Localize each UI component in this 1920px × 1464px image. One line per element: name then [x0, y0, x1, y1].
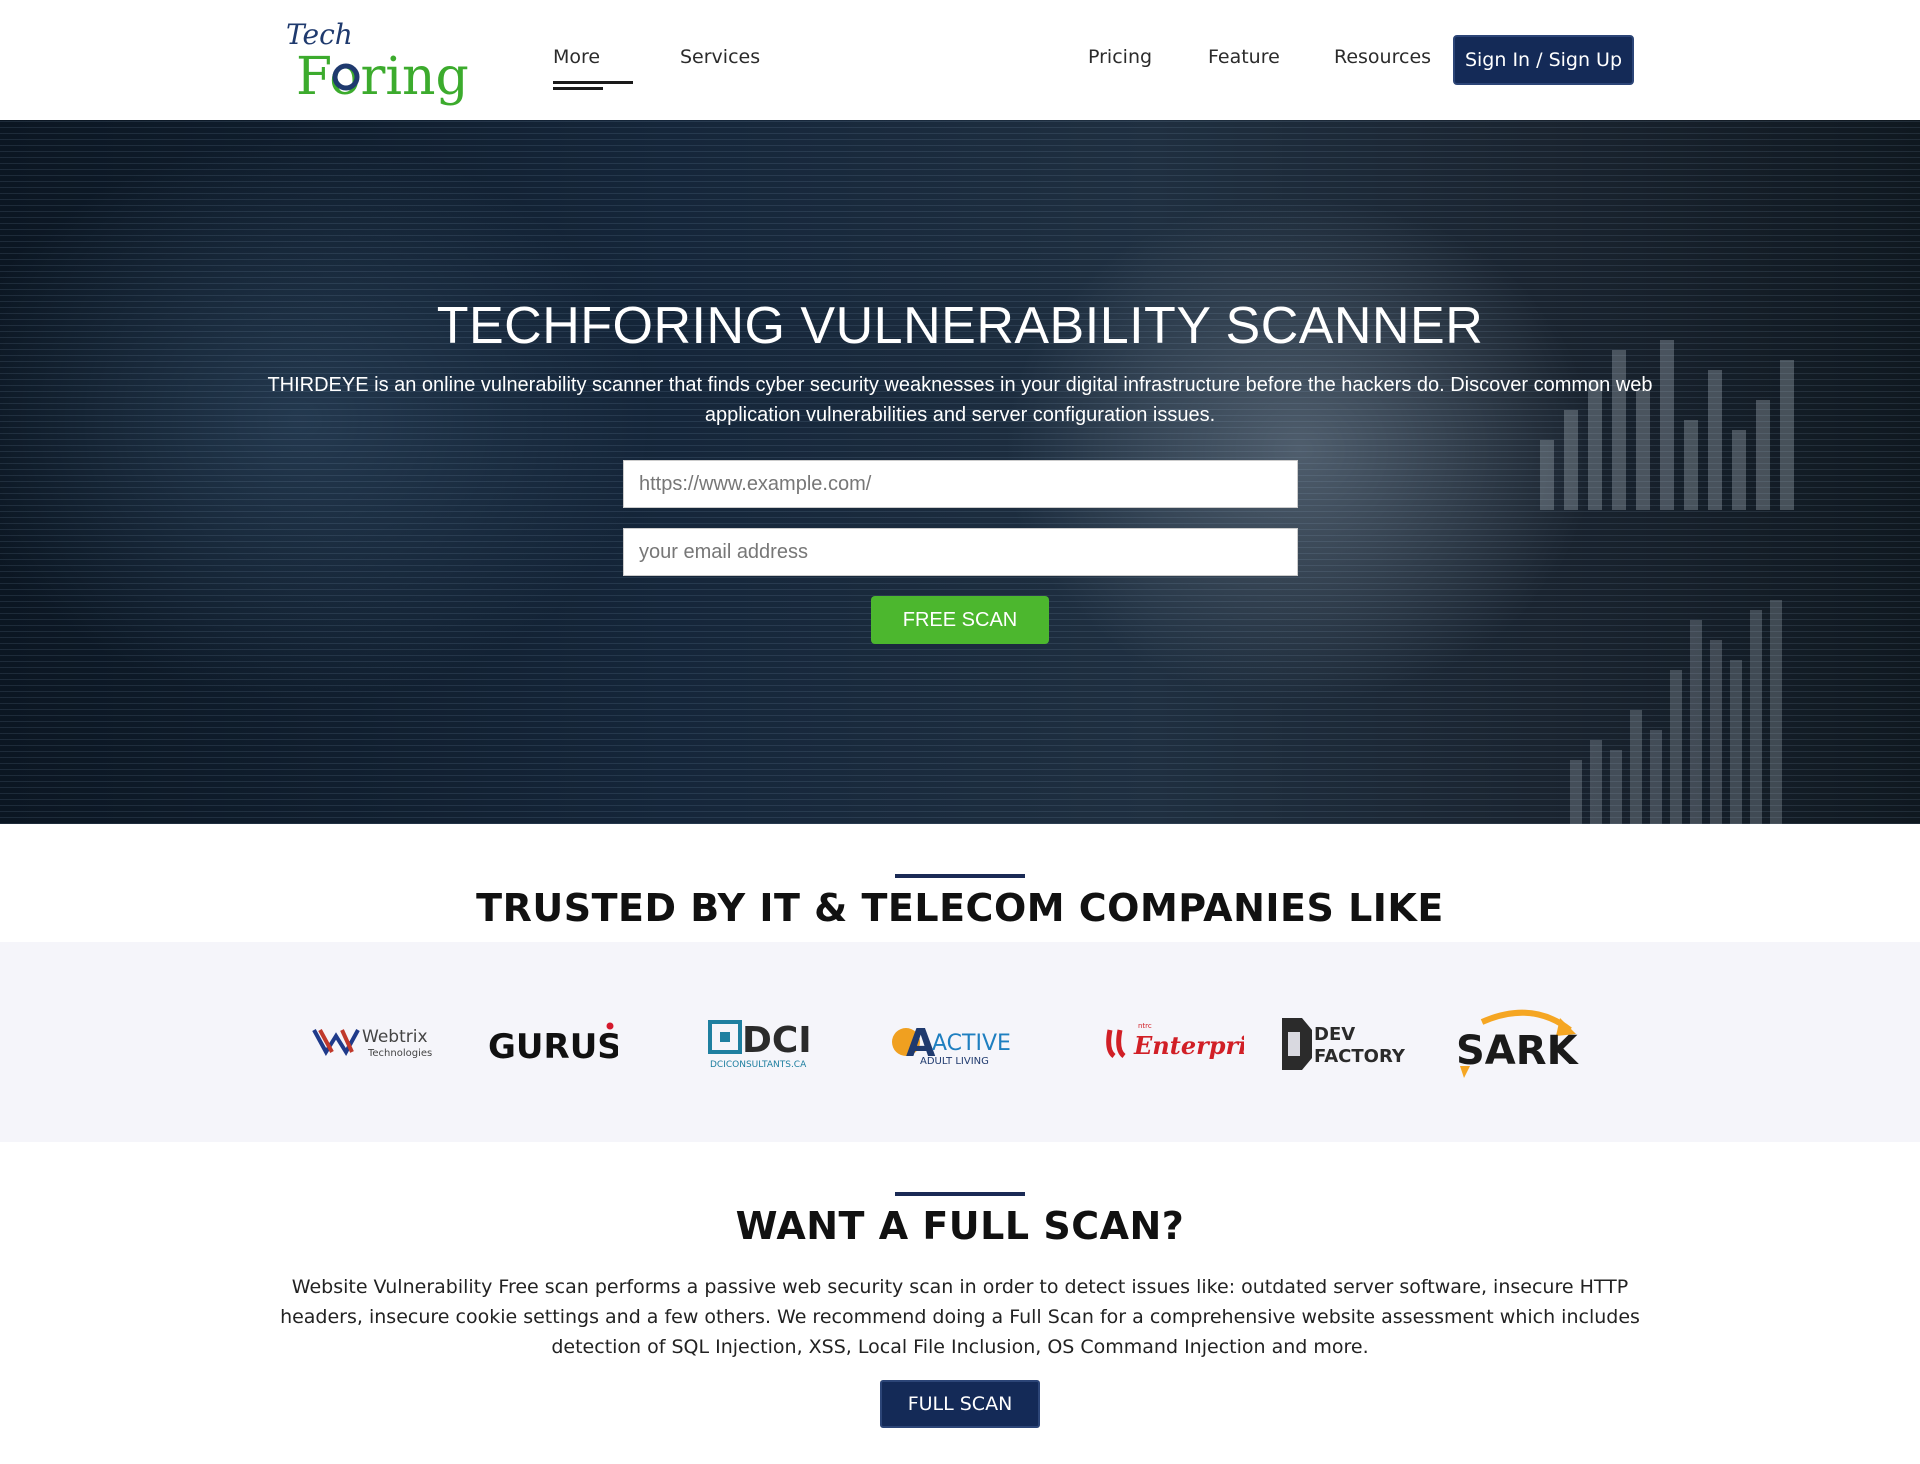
webtrix-logo: Webtrix Technologies — [312, 1027, 432, 1059]
nav-resources[interactable]: Resources — [1334, 46, 1431, 68]
svg-text:Technologies: Technologies — [367, 1048, 432, 1059]
enterprise-logo: ntrc Enterprise — [1106, 1022, 1244, 1060]
top-navbar: Tech Foring More Services Pricing Featur… — [0, 0, 1920, 120]
svg-text:DCI: DCI — [742, 1020, 812, 1061]
free-scan-button[interactable]: FREE SCAN — [871, 596, 1049, 644]
email-input[interactable]: your email address — [623, 528, 1298, 576]
hero-background-chart-lower — [1570, 600, 1782, 824]
active-underline-short — [553, 87, 603, 90]
hero-title: TECHFORING VULNERABILITY SCANNER — [436, 297, 1484, 355]
hero-section: TECHFORING VULNERABILITY SCANNER THIRDEY… — [0, 120, 1920, 824]
dci-logo: DCI DCICONSULTANTS.CA — [708, 1020, 812, 1070]
svg-text:Foring: Foring — [296, 47, 469, 106]
svg-text:ADULT LIVING: ADULT LIVING — [920, 1056, 989, 1067]
svg-text:Webtrix: Webtrix — [362, 1027, 428, 1047]
hero-description: THIRDEYE is an online vulnerability scan… — [267, 374, 1653, 426]
dev-factory-logo: DEV FACTORY — [1282, 1018, 1406, 1070]
fullscan-accent-line — [895, 1192, 1025, 1196]
fullscan-description: Website Vulnerability Free scan performs… — [280, 1276, 1640, 1358]
svg-text:SARK: SARK — [1456, 1028, 1580, 1074]
trusted-title: TRUSTED BY IT & TELECOM COMPANIES LIKE — [476, 886, 1444, 930]
sark-logo: SARK — [1456, 1009, 1580, 1078]
svg-text:ntrc: ntrc — [1138, 1022, 1152, 1030]
url-input[interactable]: https://www.example.com/ — [623, 460, 1298, 508]
gurus-logo: GURUS — [488, 1022, 618, 1067]
active-underline — [553, 81, 633, 84]
svg-text:FACTORY: FACTORY — [1314, 1046, 1406, 1067]
nav-more[interactable]: More — [553, 46, 600, 68]
svg-text:ACTIVE: ACTIVE — [932, 1031, 1011, 1056]
full-scan-button[interactable]: FULL SCAN — [880, 1380, 1040, 1428]
svg-text:DCICONSULTANTS.CA: DCICONSULTANTS.CA — [710, 1060, 807, 1070]
techforing-logo[interactable]: Tech Foring — [284, 14, 474, 106]
active-adult-living-logo: A ACTIVE ADULT LIVING — [892, 1021, 1011, 1067]
svg-text:Enterprise: Enterprise — [1133, 1031, 1244, 1060]
nav-services[interactable]: Services — [680, 46, 760, 68]
svg-text:DEV: DEV — [1314, 1024, 1355, 1045]
svg-text:GURUS: GURUS — [488, 1027, 618, 1067]
fullscan-title: WANT A FULL SCAN? — [735, 1204, 1185, 1248]
sign-in-button[interactable]: Sign In / Sign Up — [1453, 35, 1634, 85]
nav-feature[interactable]: Feature — [1208, 46, 1280, 68]
trusted-accent-line — [895, 874, 1025, 878]
nav-pricing[interactable]: Pricing — [1088, 46, 1152, 68]
